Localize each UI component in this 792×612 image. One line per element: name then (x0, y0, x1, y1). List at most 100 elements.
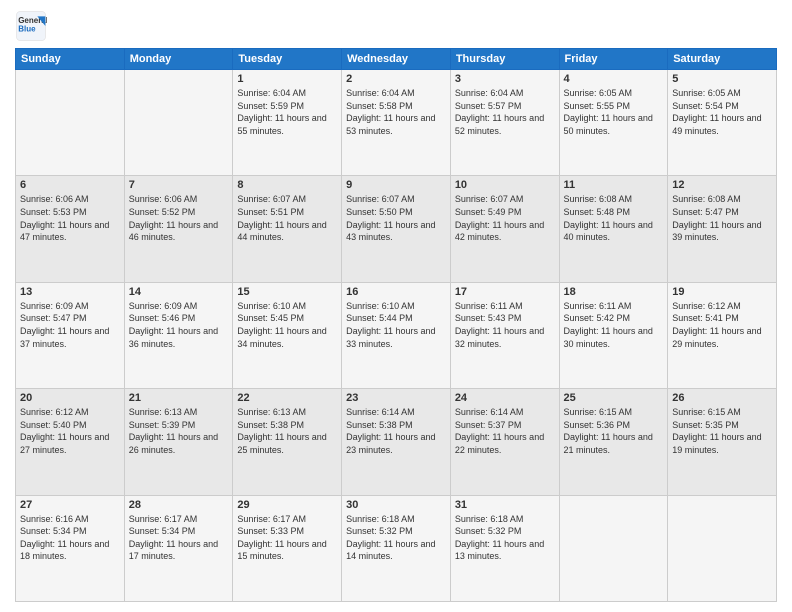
calendar-cell: 24Sunrise: 6:14 AMSunset: 5:37 PMDayligh… (450, 389, 559, 495)
calendar-week-1: 1Sunrise: 6:04 AMSunset: 5:59 PMDaylight… (16, 70, 777, 176)
day-info: Sunrise: 6:07 AMSunset: 5:50 PMDaylight:… (346, 193, 446, 243)
day-info: Sunrise: 6:04 AMSunset: 5:58 PMDaylight:… (346, 87, 446, 137)
calendar-cell (668, 495, 777, 601)
day-info: Sunrise: 6:07 AMSunset: 5:51 PMDaylight:… (237, 193, 337, 243)
calendar-cell: 27 Sunrise: 6:16 AMSunset: 5:34 PMDayligh… (16, 495, 125, 601)
day-header-tuesday: Tuesday (233, 49, 342, 70)
day-header-monday: Monday (124, 49, 233, 70)
calendar-cell: 19 Sunrise: 6:12 AMSunset: 5:41 PMDayligh… (668, 282, 777, 388)
calendar-cell: 3 Sunrise: 6:04 AMSunset: 5:57 PMDaylight… (450, 70, 559, 176)
day-number: 20 (20, 392, 120, 404)
day-number: 2 (346, 73, 446, 85)
day-number: 13 (20, 286, 120, 298)
calendar-week-3: 13 Sunrise: 6:09 AMSunset: 5:47 PMDayligh… (16, 282, 777, 388)
day-header-saturday: Saturday (668, 49, 777, 70)
calendar-cell: 6 Sunrise: 6:06 AMSunset: 5:53 PMDaylight… (16, 176, 125, 282)
day-info: Sunrise: 6:05 AMSunset: 5:55 PMDaylight:… (564, 87, 664, 137)
day-number: 26 (672, 392, 772, 404)
calendar-cell: 9 Sunrise: 6:07 AMSunset: 5:50 PMDaylight… (342, 176, 451, 282)
day-info: Sunrise: 6:17 AMSunset: 5:34 PMDaylight:… (129, 513, 229, 563)
day-number: 30 (346, 499, 446, 511)
calendar-cell: 5 Sunrise: 6:05 AMSunset: 5:54 PMDaylight… (668, 70, 777, 176)
day-number: 14 (129, 286, 229, 298)
day-info: Sunrise: 6:15 AMSunset: 5:35 PMDaylight:… (672, 406, 772, 456)
day-header-thursday: Thursday (450, 49, 559, 70)
calendar-cell: 20 Sunrise: 6:12 AMSunset: 5:40 PMDayligh… (16, 389, 125, 495)
day-number: 21 (129, 392, 229, 404)
calendar-cell: 21 Sunrise: 6:13 AMSunset: 5:39 PMDayligh… (124, 389, 233, 495)
calendar-cell: 4 Sunrise: 6:05 AMSunset: 5:55 PMDaylight… (559, 70, 668, 176)
day-info: Sunrise: 6:10 AMSunset: 5:45 PMDaylight:… (237, 300, 337, 350)
day-number: 24 (455, 392, 555, 404)
day-info: Sunrise: 6:11 AMSunset: 5:42 PMDaylight:… (564, 300, 664, 350)
day-info: Sunrise: 6:18 AMSunset: 5:32 PMDaylight:… (346, 513, 446, 563)
calendar-cell: 28Sunrise: 6:17 AMSunset: 5:34 PMDayligh… (124, 495, 233, 601)
day-info: Sunrise: 6:12 AMSunset: 5:40 PMDaylight:… (20, 406, 120, 456)
calendar-cell: 1Sunrise: 6:04 AMSunset: 5:59 PMDaylight… (233, 70, 342, 176)
calendar-cell: 8Sunrise: 6:07 AMSunset: 5:51 PMDaylight… (233, 176, 342, 282)
svg-text:Blue: Blue (18, 25, 36, 34)
calendar-header-row: SundayMondayTuesdayWednesdayThursdayFrid… (16, 49, 777, 70)
day-info: Sunrise: 6:11 AMSunset: 5:43 PMDaylight:… (455, 300, 555, 350)
day-info: Sunrise: 6:14 AMSunset: 5:38 PMDaylight:… (346, 406, 446, 456)
calendar-cell: 14 Sunrise: 6:09 AMSunset: 5:46 PMDayligh… (124, 282, 233, 388)
calendar-cell (124, 70, 233, 176)
day-info: Sunrise: 6:06 AMSunset: 5:52 PMDaylight:… (129, 193, 229, 243)
day-info: Sunrise: 6:10 AMSunset: 5:44 PMDaylight:… (346, 300, 446, 350)
day-info: Sunrise: 6:04 AMSunset: 5:59 PMDaylight:… (237, 87, 337, 137)
day-info: Sunrise: 6:17 AMSunset: 5:33 PMDaylight:… (237, 513, 337, 563)
day-info: Sunrise: 6:12 AMSunset: 5:41 PMDaylight:… (672, 300, 772, 350)
calendar-cell: 15 Sunrise: 6:10 AMSunset: 5:45 PMDayligh… (233, 282, 342, 388)
calendar-cell: 12Sunrise: 6:08 AMSunset: 5:47 PMDayligh… (668, 176, 777, 282)
day-number: 12 (672, 179, 772, 191)
day-info: Sunrise: 6:06 AMSunset: 5:53 PMDaylight:… (20, 193, 120, 243)
day-info: Sunrise: 6:16 AMSunset: 5:34 PMDaylight:… (20, 513, 120, 563)
day-number: 17 (455, 286, 555, 298)
day-number: 9 (346, 179, 446, 191)
day-header-sunday: Sunday (16, 49, 125, 70)
calendar-cell: 11 Sunrise: 6:08 AMSunset: 5:48 PMDayligh… (559, 176, 668, 282)
day-number: 10 (455, 179, 555, 191)
day-info: Sunrise: 6:09 AMSunset: 5:46 PMDaylight:… (129, 300, 229, 350)
calendar-cell: 18 Sunrise: 6:11 AMSunset: 5:42 PMDayligh… (559, 282, 668, 388)
calendar-cell: 26 Sunrise: 6:15 AMSunset: 5:35 PMDayligh… (668, 389, 777, 495)
day-number: 29 (237, 499, 337, 511)
calendar-week-5: 27 Sunrise: 6:16 AMSunset: 5:34 PMDayligh… (16, 495, 777, 601)
day-number: 4 (564, 73, 664, 85)
calendar-cell: 2 Sunrise: 6:04 AMSunset: 5:58 PMDaylight… (342, 70, 451, 176)
day-info: Sunrise: 6:15 AMSunset: 5:36 PMDaylight:… (564, 406, 664, 456)
day-number: 5 (672, 73, 772, 85)
day-info: Sunrise: 6:08 AMSunset: 5:48 PMDaylight:… (564, 193, 664, 243)
day-number: 19 (672, 286, 772, 298)
calendar-cell: 7 Sunrise: 6:06 AMSunset: 5:52 PMDaylight… (124, 176, 233, 282)
day-number: 22 (237, 392, 337, 404)
calendar-cell: 29 Sunrise: 6:17 AMSunset: 5:33 PMDayligh… (233, 495, 342, 601)
calendar-cell: 30 Sunrise: 6:18 AMSunset: 5:32 PMDayligh… (342, 495, 451, 601)
day-number: 3 (455, 73, 555, 85)
header: General Blue (15, 10, 777, 42)
day-number: 31 (455, 499, 555, 511)
day-number: 18 (564, 286, 664, 298)
calendar-page: General Blue SundayMondayTuesdayWednesda… (0, 0, 792, 612)
day-info: Sunrise: 6:13 AMSunset: 5:39 PMDaylight:… (129, 406, 229, 456)
calendar-week-2: 6 Sunrise: 6:06 AMSunset: 5:53 PMDaylight… (16, 176, 777, 282)
day-number: 7 (129, 179, 229, 191)
day-header-wednesday: Wednesday (342, 49, 451, 70)
day-info: Sunrise: 6:04 AMSunset: 5:57 PMDaylight:… (455, 87, 555, 137)
calendar-cell (16, 70, 125, 176)
day-number: 15 (237, 286, 337, 298)
calendar-week-4: 20 Sunrise: 6:12 AMSunset: 5:40 PMDayligh… (16, 389, 777, 495)
day-number: 11 (564, 179, 664, 191)
day-number: 27 (20, 499, 120, 511)
logo: General Blue (15, 10, 47, 42)
calendar-cell (559, 495, 668, 601)
day-number: 25 (564, 392, 664, 404)
day-number: 6 (20, 179, 120, 191)
day-info: Sunrise: 6:09 AMSunset: 5:47 PMDaylight:… (20, 300, 120, 350)
calendar-cell: 25 Sunrise: 6:15 AMSunset: 5:36 PMDayligh… (559, 389, 668, 495)
day-info: Sunrise: 6:13 AMSunset: 5:38 PMDaylight:… (237, 406, 337, 456)
day-info: Sunrise: 6:05 AMSunset: 5:54 PMDaylight:… (672, 87, 772, 137)
calendar-cell: 31Sunrise: 6:18 AMSunset: 5:32 PMDayligh… (450, 495, 559, 601)
calendar-cell: 23Sunrise: 6:14 AMSunset: 5:38 PMDayligh… (342, 389, 451, 495)
calendar-cell: 10Sunrise: 6:07 AMSunset: 5:49 PMDayligh… (450, 176, 559, 282)
